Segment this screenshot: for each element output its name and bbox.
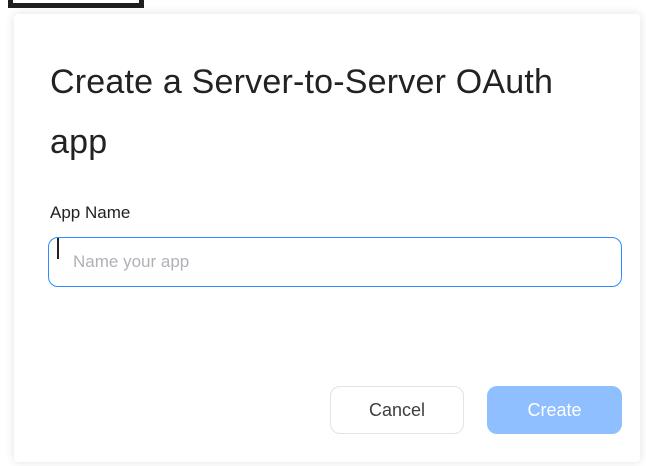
create-app-dialog: Create a Server-to-Server OAuth app App … (14, 14, 640, 462)
dialog-title: Create a Server-to-Server OAuth app (50, 63, 554, 161)
app-name-label: App Name (50, 203, 131, 222)
app-name-input[interactable] (48, 237, 622, 287)
cancel-button[interactable]: Cancel (330, 386, 464, 434)
create-button[interactable]: Create (487, 386, 622, 434)
background-window-fragment (8, 0, 144, 8)
text-cursor (57, 238, 59, 259)
